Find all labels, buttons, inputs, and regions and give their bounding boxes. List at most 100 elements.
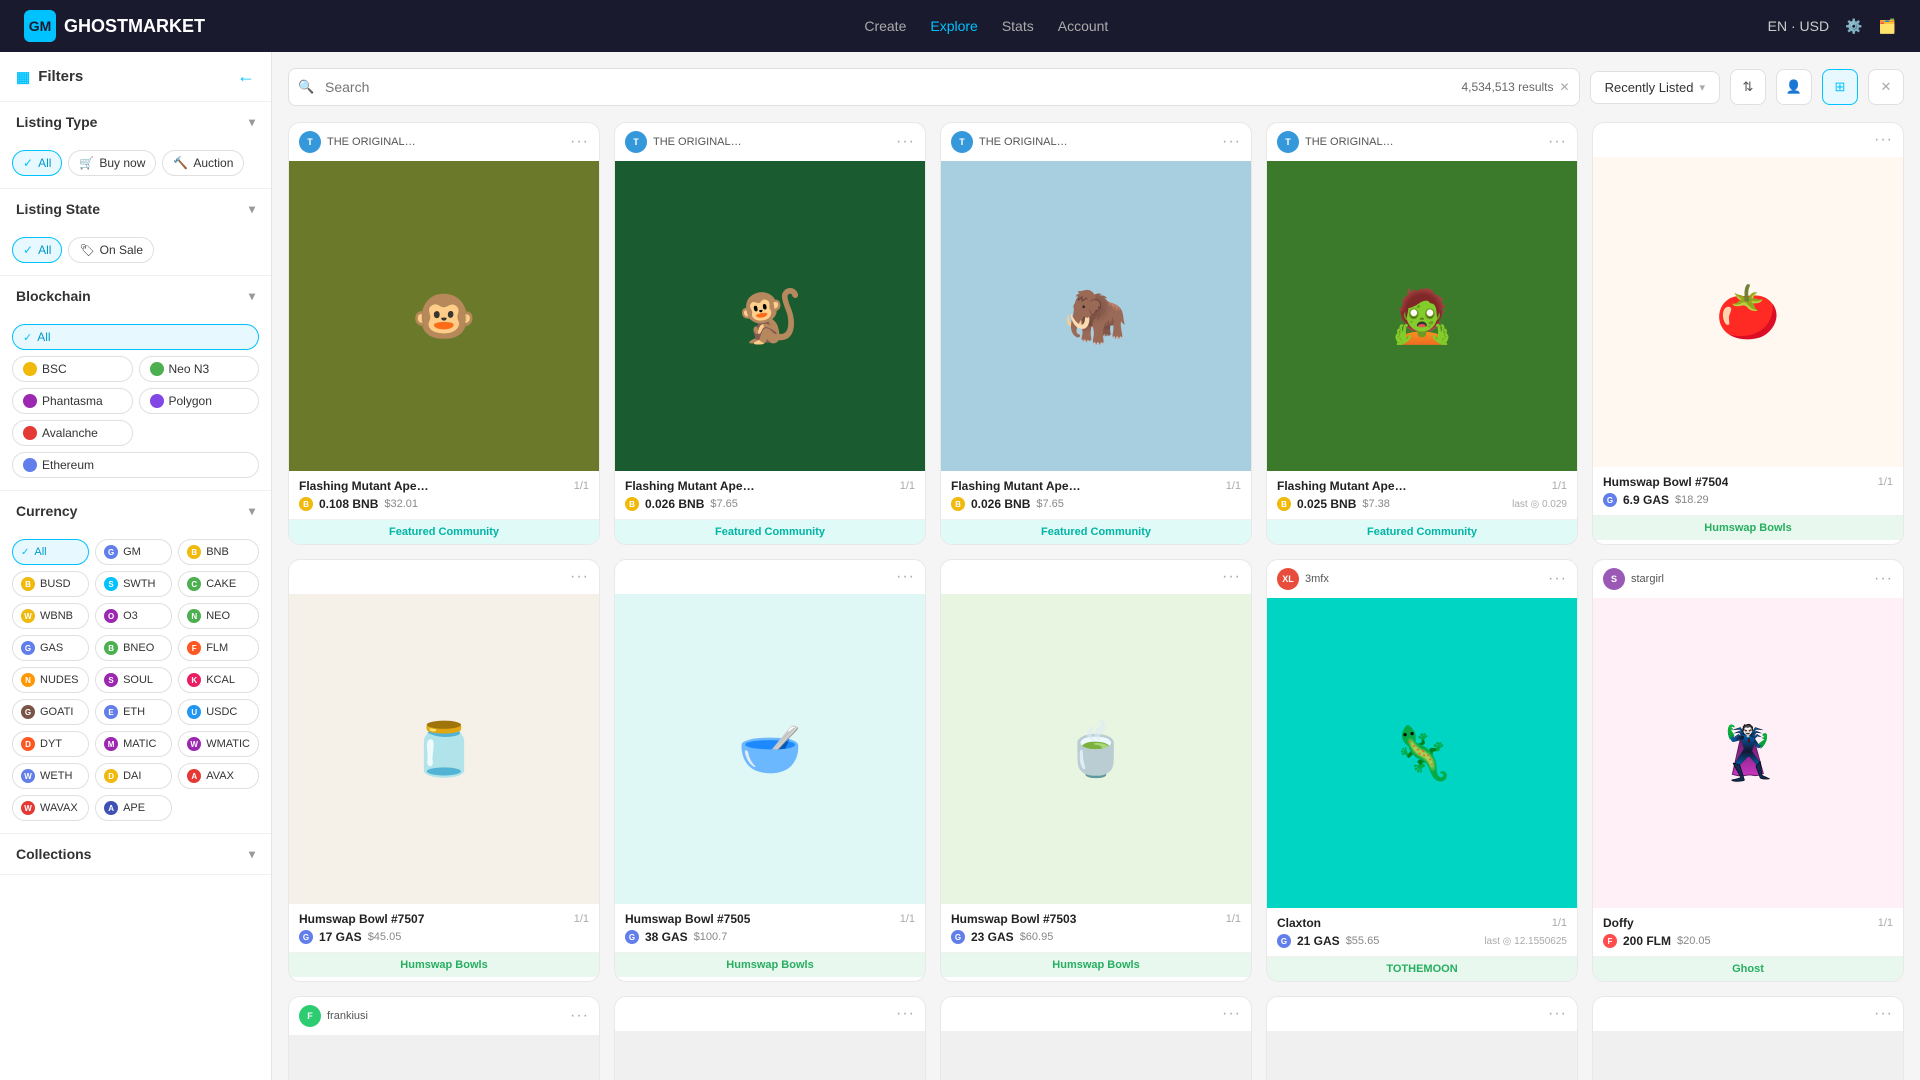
currency-kcal-chip[interactable]: K KCAL bbox=[178, 667, 259, 693]
nft-card[interactable]: F frankiusi ··· bbox=[288, 996, 600, 1080]
nft-title: Flashing Mutant Ape 3... bbox=[625, 479, 755, 493]
currency-cake-chip[interactable]: C CAKE bbox=[178, 571, 259, 597]
blockchain-chevron: ▾ bbox=[249, 289, 255, 303]
nft-more-button[interactable]: ··· bbox=[1548, 570, 1567, 588]
currency-header[interactable]: Currency ▾ bbox=[0, 491, 271, 531]
blockchain-ethereum-chip[interactable]: Ethereum bbox=[12, 452, 259, 478]
nft-info: Flashing Mutant Ape 3... 1/1 B 0.025 BNB… bbox=[1267, 471, 1577, 519]
nft-title-row: Flashing Mutant Ape 3... 1/1 bbox=[299, 479, 589, 493]
currency-chip-label: ETH bbox=[123, 706, 145, 718]
currency-bneo-chip[interactable]: B BNEO bbox=[95, 635, 172, 661]
currency-weth-chip[interactable]: W WETH bbox=[12, 763, 89, 789]
listing-type-all-chip[interactable]: ✓ All bbox=[12, 150, 62, 176]
nft-more-button[interactable]: ··· bbox=[896, 1005, 915, 1023]
currency-all-chip[interactable]: ✓ All bbox=[12, 539, 89, 565]
nft-card[interactable]: ··· bbox=[614, 996, 926, 1080]
nft-more-button[interactable]: ··· bbox=[896, 133, 915, 151]
currency-avax-chip[interactable]: A AVAX bbox=[178, 763, 259, 789]
currency-wmatic-chip[interactable]: W WMATIC bbox=[178, 731, 259, 757]
listing-type-auction-chip[interactable]: 🔨 Auction bbox=[162, 150, 244, 176]
blockchain-neo-chip[interactable]: Neo N3 bbox=[139, 356, 260, 382]
currency-usdc-chip[interactable]: U USDC bbox=[178, 699, 259, 725]
logo[interactable]: GM GHOSTMARKET bbox=[24, 10, 205, 42]
wallet-icon[interactable]: 🗂️ bbox=[1879, 18, 1896, 35]
bc-chip-label: Ethereum bbox=[42, 458, 94, 472]
sort-dropdown[interactable]: Recently Listed ▾ bbox=[1590, 71, 1720, 104]
search-input[interactable] bbox=[288, 68, 1580, 106]
currency-bnb-chip[interactable]: B BNB bbox=[178, 539, 259, 565]
nav-explore[interactable]: Explore bbox=[930, 18, 977, 34]
currency-busd-chip[interactable]: B BUSD bbox=[12, 571, 89, 597]
blockchain-all-chip[interactable]: ✓ All bbox=[12, 324, 259, 350]
nft-more-button[interactable]: ··· bbox=[1222, 133, 1241, 151]
nft-more-button[interactable]: ··· bbox=[1874, 1005, 1893, 1023]
currency-flm-chip[interactable]: F FLM bbox=[178, 635, 259, 661]
clear-search-button[interactable]: ✕ bbox=[1560, 80, 1570, 94]
collections-header[interactable]: Collections ▾ bbox=[0, 834, 271, 874]
blockchain-header[interactable]: Blockchain ▾ bbox=[0, 276, 271, 316]
nft-more-button[interactable]: ··· bbox=[570, 1007, 589, 1025]
nft-more-button[interactable]: ··· bbox=[896, 568, 915, 586]
currency-swth-chip[interactable]: S SWTH bbox=[95, 571, 172, 597]
blockchain-bsc-chip[interactable]: BSC bbox=[12, 356, 133, 382]
settings-icon[interactable]: ⚙️ bbox=[1845, 18, 1862, 35]
currency-matic-chip[interactable]: M MATIC bbox=[95, 731, 172, 757]
listing-type-buynow-chip[interactable]: 🛒 Buy now bbox=[68, 150, 156, 176]
sort-order-button[interactable]: ⇅ bbox=[1730, 69, 1766, 105]
nft-card[interactable]: S stargirl ··· 🦹 Doffy 1/1 F 200 FLM $20… bbox=[1592, 559, 1904, 982]
currency-nudes-chip[interactable]: N NUDES bbox=[12, 667, 89, 693]
nft-more-button[interactable]: ··· bbox=[1548, 133, 1567, 151]
nft-card[interactable]: ··· 🍵 Humswap Bowl #7503 1/1 G 23 GAS $6… bbox=[940, 559, 1252, 982]
currency-soul-chip[interactable]: S SOUL bbox=[95, 667, 172, 693]
nft-price-usd: $7.38 bbox=[1362, 498, 1390, 510]
nft-card[interactable]: T THE ORIGINAL_Flashin... ··· 🧟 Flashing… bbox=[1266, 122, 1578, 545]
nav-account[interactable]: Account bbox=[1058, 18, 1109, 34]
nft-card[interactable]: XL 3mfx ··· 🦎 Claxton 1/1 G 21 GAS $55.6… bbox=[1266, 559, 1578, 982]
nft-more-button[interactable]: ··· bbox=[1874, 570, 1893, 588]
currency-o3-chip[interactable]: O O3 bbox=[95, 603, 172, 629]
nft-image: 🦹 bbox=[1593, 598, 1903, 908]
nft-card[interactable]: ··· bbox=[1266, 996, 1578, 1080]
currency-gas-chip[interactable]: G GAS bbox=[12, 635, 89, 661]
listing-state-onsale-chip[interactable]: 🏷 On Sale bbox=[68, 237, 154, 263]
nft-card[interactable]: ··· 🍅 Humswap Bowl #7504 1/1 G 6.9 GAS $… bbox=[1592, 122, 1904, 545]
view-grid-button[interactable]: ⊞ bbox=[1822, 69, 1858, 105]
currency-wavax-chip[interactable]: W WAVAX bbox=[12, 795, 89, 821]
currency-dyt-chip[interactable]: D DYT bbox=[12, 731, 89, 757]
currency-goati-chip[interactable]: G GOATI bbox=[12, 699, 89, 725]
blockchain-polygon-chip[interactable]: Polygon bbox=[139, 388, 260, 414]
nft-more-button[interactable]: ··· bbox=[1222, 1005, 1241, 1023]
close-filter-button[interactable]: ✕ bbox=[1868, 69, 1904, 105]
nft-card[interactable]: ··· 🥣 Humswap Bowl #7505 1/1 G 38 GAS $1… bbox=[614, 559, 926, 982]
listing-state-header[interactable]: Listing State ▾ bbox=[0, 189, 271, 229]
blockchain-avalanche-chip[interactable]: Avalanche bbox=[12, 420, 133, 446]
currency-chip-label: WMATIC bbox=[206, 738, 250, 750]
nav-create[interactable]: Create bbox=[864, 18, 906, 34]
nft-more-button[interactable]: ··· bbox=[1548, 1005, 1567, 1023]
nft-card[interactable]: T THE ORIGINAL_Flashin... ··· 🐒 Flashing… bbox=[614, 122, 926, 545]
view-user-button[interactable]: 👤 bbox=[1776, 69, 1812, 105]
nft-card[interactable]: ··· 🫙 Humswap Bowl #7507 1/1 G 17 GAS $4… bbox=[288, 559, 600, 982]
currency-wbnb-chip[interactable]: W WBNB bbox=[12, 603, 89, 629]
nft-more-button[interactable]: ··· bbox=[1222, 568, 1241, 586]
nft-card[interactable]: ··· bbox=[1592, 996, 1904, 1080]
currency-gm-chip[interactable]: G GM bbox=[95, 539, 172, 565]
blockchain-phantasma-chip[interactable]: Phantasma bbox=[12, 388, 133, 414]
currency-ape-chip[interactable]: A APE bbox=[95, 795, 172, 821]
nft-more-button[interactable]: ··· bbox=[570, 133, 589, 151]
nft-card[interactable]: ··· bbox=[940, 996, 1252, 1080]
currency-neo-chip[interactable]: N NEO bbox=[178, 603, 259, 629]
blockchain-chips: ✓ All BSC Neo N3 Phantasma Polygon bbox=[0, 316, 271, 490]
nft-more-button[interactable]: ··· bbox=[570, 568, 589, 586]
nft-card-header: ··· bbox=[1593, 123, 1903, 157]
currency-eth-chip[interactable]: E ETH bbox=[95, 699, 172, 725]
currency-dai-chip[interactable]: D DAI bbox=[95, 763, 172, 789]
listing-state-all-chip[interactable]: ✓ All bbox=[12, 237, 62, 263]
nft-card[interactable]: T THE ORIGINAL_Flashin... ··· 🦣 Flashing… bbox=[940, 122, 1252, 545]
nft-more-button[interactable]: ··· bbox=[1874, 131, 1893, 149]
sidebar-back-button[interactable]: ← bbox=[237, 66, 255, 87]
listing-type-header[interactable]: Listing Type ▾ bbox=[0, 102, 271, 142]
locale-selector[interactable]: EN · USD bbox=[1768, 18, 1829, 34]
nft-card[interactable]: T THE ORIGINAL_Flashin... ··· 🐵 Flashing… bbox=[288, 122, 600, 545]
nav-stats[interactable]: Stats bbox=[1002, 18, 1034, 34]
